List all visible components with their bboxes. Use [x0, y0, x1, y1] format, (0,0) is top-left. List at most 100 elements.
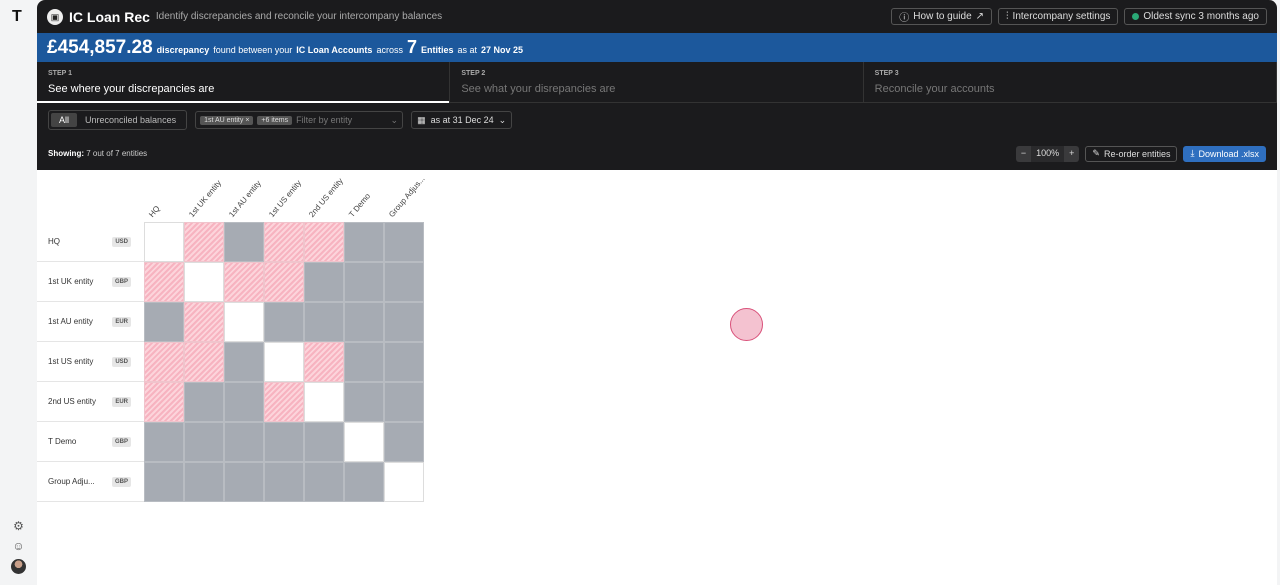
no-balance-cell: [344, 342, 384, 382]
sliders-icon: ⫶: [1006, 11, 1009, 22]
banner-date: 27 Nov 25: [481, 45, 524, 55]
sync-label: Oldest sync 3 months ago: [1143, 11, 1259, 22]
reorder-label: Re-order entities: [1103, 148, 1171, 159]
how-to-guide-button[interactable]: ⓘ How to guide ↗: [891, 8, 993, 25]
chip-label: 1st AU entity: [204, 116, 244, 124]
row-header: 1st AU entity EUR: [37, 302, 144, 342]
chevron-down-icon: ⌄: [498, 114, 507, 125]
avatar[interactable]: [11, 559, 26, 574]
no-balance-cell: [384, 342, 424, 382]
banner-text: discrepancy: [156, 45, 210, 55]
step-title: See where your discrepancies are: [48, 83, 215, 95]
no-balance-cell: [304, 262, 344, 302]
no-balance-cell: [344, 302, 384, 342]
page-subtitle: Identify discrepancies and reconcile you…: [155, 11, 443, 22]
download-button[interactable]: ⤓ Download .xlsx: [1183, 145, 1266, 162]
gear-icon[interactable]: ⚙: [12, 520, 25, 533]
row-header: HQ USD: [37, 222, 144, 262]
step-title: Reconcile your accounts: [874, 83, 995, 95]
row-header: 1st US entity USD: [37, 342, 144, 382]
no-balance-cell: [344, 462, 384, 502]
date-select[interactable]: ▦ as at 31 Dec 24 ⌄: [411, 111, 513, 129]
close-icon[interactable]: ×: [245, 117, 249, 124]
no-balance-cell: [344, 222, 384, 262]
balance-filter-toggle: All Unreconciled balances: [48, 110, 188, 130]
discrepancy-cell[interactable]: [184, 222, 224, 262]
main-panel: ▣ IC Loan Rec Identify discrepancies and…: [37, 0, 1277, 585]
discrepancy-cell[interactable]: [144, 262, 184, 302]
entity-chip[interactable]: 1st AU entity ×: [200, 115, 254, 125]
filter-unreconciled[interactable]: Unreconciled balances: [77, 113, 184, 127]
discrepancy-cell[interactable]: [264, 262, 304, 302]
discrepancy-cell[interactable]: [264, 382, 304, 422]
self-cell: [344, 422, 384, 462]
currency-badge: USD: [112, 356, 131, 367]
steps-nav: STEP 1 See where your discrepancies are S…: [37, 62, 1277, 103]
reorder-entities-button[interactable]: ✎ Re-order entities: [1085, 145, 1178, 162]
discrepancy-cell[interactable]: [184, 302, 224, 342]
no-balance-cell: [384, 262, 424, 302]
external-link-icon: ↗: [975, 11, 985, 22]
no-balance-cell: [384, 222, 424, 262]
currency-badge: GBP: [111, 476, 131, 487]
entity-filter-select[interactable]: 1st AU entity × +6 items Filter by entit…: [195, 111, 404, 129]
zoom-out-button[interactable]: −: [1015, 145, 1032, 162]
zoom-in-button[interactable]: +: [1064, 145, 1080, 162]
zoom-control: − 100% +: [1015, 145, 1080, 162]
no-balance-cell: [224, 222, 264, 262]
discrepancy-cell[interactable]: [184, 342, 224, 382]
intercompany-settings-button[interactable]: ⫶ Intercompany settings: [998, 8, 1119, 25]
no-balance-cell: [344, 382, 384, 422]
step-number: STEP 1: [48, 70, 72, 77]
tab-step-1[interactable]: STEP 1 See where your discrepancies are: [37, 62, 451, 103]
no-balance-cell: [184, 462, 224, 502]
showing-count: 7 out of 7 entities: [86, 149, 148, 158]
discrepancy-cell[interactable]: [304, 342, 344, 382]
no-balance-cell: [344, 262, 384, 302]
no-balance-cell: [144, 422, 184, 462]
support-icon[interactable]: ☺: [12, 540, 25, 553]
more-items-chip: +6 items: [257, 115, 293, 125]
settings-label: Intercompany settings: [1012, 11, 1111, 22]
date-label: as at 31 Dec 24: [430, 115, 494, 125]
no-balance-cell: [304, 422, 344, 462]
no-balance-cell: [144, 462, 184, 502]
discrepancy-cell[interactable]: [264, 222, 304, 262]
app-header: ▣ IC Loan Rec Identify discrepancies and…: [37, 0, 1277, 33]
tab-step-2[interactable]: STEP 2 See what your disrepancies are: [450, 62, 864, 102]
entity-name: Group Adju...: [48, 477, 95, 486]
currency-badge: EUR: [112, 316, 131, 327]
discrepancy-banner: £454,857.28 discrepancy found between yo…: [37, 33, 1277, 62]
discrepancy-cell[interactable]: [304, 222, 344, 262]
discrepancy-amount: £454,857.28: [47, 37, 153, 58]
app-logo[interactable]: T: [12, 8, 22, 26]
no-balance-cell: [144, 302, 184, 342]
discrepancy-cell[interactable]: [144, 342, 184, 382]
self-cell: [184, 262, 224, 302]
entity-count: 7: [406, 37, 417, 57]
no-balance-cell: [304, 302, 344, 342]
banner-text: Entities: [420, 45, 454, 55]
filter-all[interactable]: All: [51, 113, 78, 127]
entity-name: 1st AU entity: [48, 317, 93, 326]
discrepancy-cell[interactable]: [144, 382, 184, 422]
step-number: STEP 2: [461, 70, 486, 77]
discrepancy-cell[interactable]: [224, 262, 264, 302]
entity-name: 1st UK entity: [48, 277, 94, 286]
no-balance-cell: [384, 302, 424, 342]
banner-text: IC Loan Accounts: [296, 45, 373, 55]
sync-status-button[interactable]: Oldest sync 3 months ago: [1124, 8, 1267, 25]
no-balance-cell: [264, 302, 304, 342]
no-balance-cell: [264, 422, 304, 462]
no-balance-cell: [184, 382, 224, 422]
tab-step-3[interactable]: STEP 3 Reconcile your accounts: [864, 62, 1277, 102]
showing-label: Showing:: [48, 149, 84, 158]
page-title: IC Loan Rec: [69, 8, 150, 25]
currency-badge: EUR: [112, 396, 131, 407]
app-icon: ▣: [47, 8, 63, 25]
self-cell: [304, 382, 344, 422]
self-cell: [384, 462, 424, 502]
self-cell: [144, 222, 184, 262]
self-cell: [224, 302, 264, 342]
table-toolbar: Showing: 7 out of 7 entities − 100% + ✎ R…: [37, 137, 1277, 170]
